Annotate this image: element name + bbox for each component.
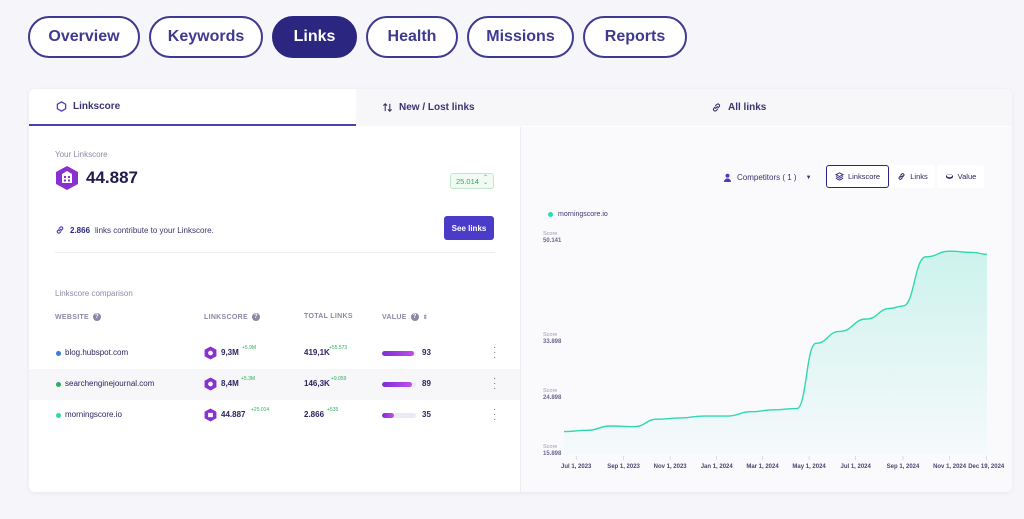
linkscore-cell: 8,4M [221,379,239,388]
total-links-delta: +535 [327,407,339,413]
divider [55,252,495,253]
col-header-linkscore: LINKSCORE ? [204,313,260,321]
sort-icon[interactable]: ⇕ [423,314,428,321]
y-tick-label: 24.898 [543,395,562,401]
col-header-value[interactable]: VALUE ? ⇕ [382,313,428,321]
x-tick-label: Jul 1, 2024 [840,464,871,470]
hexagon-icon [56,101,67,112]
linkscore-display: 44.887 [55,165,138,191]
subtab-bar: Linkscore New / Lost links All links [29,89,1012,126]
x-tick-label: Dec 19, 2024 [968,464,1005,470]
x-tick-label: Sep 1, 2024 [887,464,920,470]
y-tick-label: 15.898 [543,451,562,457]
col-label: TOTAL LINKS [304,313,353,320]
linkscore-change-badge: 25.014 ⌃ ⌄ [450,173,494,189]
chevron-updown-icon: ⌃ ⌄ [482,175,488,186]
col-label: WEBSITE [55,313,89,321]
subtab-label: New / Lost links [399,102,475,113]
chart-panel: Competitors ( 1 ) ▼ Linkscore Links Valu… [520,127,1012,492]
subtab-label: All links [728,102,767,113]
linkscore-cell: 44.887 [221,410,246,419]
help-icon[interactable]: ? [410,313,419,321]
total-links-delta: +9.059 [331,376,347,382]
total-links-cell: 146,3K [304,379,330,388]
col-label: VALUE [382,313,407,321]
site-name: morningscore.io [65,410,122,419]
help-icon[interactable]: ? [93,313,101,321]
x-tick-label: Mar 1, 2024 [746,464,779,470]
linkscore-hex-icon [204,408,217,422]
arrows-updown-icon [382,103,393,112]
total-links-cell: 419,1K [304,348,330,357]
col-header-total-links: TOTAL LINKS [304,313,353,320]
subtab-linkscore[interactable]: Linkscore [29,89,356,126]
y-tick-label: 33.898 [543,339,562,345]
tab-overview[interactable]: Overview [28,16,140,58]
value-cell: 35 [422,410,431,419]
more-options-icon[interactable]: · · · [493,374,496,394]
col-header-website: WEBSITE ? [55,313,101,321]
value-bar [382,382,416,387]
table-row[interactable]: searchenginejournal.com 8,4M +5.3M 146,3… [29,369,520,400]
subtab-all-links[interactable]: All links [684,89,1012,126]
x-tick-label: Sep 1, 2023 [607,464,640,470]
site-name: blog.hubspot.com [65,348,129,357]
contrib-count: 2.866 [70,225,91,235]
linkscore-value: 44.887 [86,168,138,187]
contrib-line: 2.866 links contribute to your Linkscore… [55,225,214,235]
table-row[interactable]: morningscore.io 44.887 +25.014 2.866 +53… [29,400,520,431]
links-card: Linkscore New / Lost links All links You… [29,89,1012,492]
col-label: LINKSCORE [204,313,248,321]
link-icon [712,103,721,112]
more-options-icon[interactable]: · · · [493,343,496,363]
linkscore-caption: Your Linkscore [55,150,108,159]
series-area [564,251,987,454]
linkscore-hex-icon [204,377,217,391]
linkscore-change: 25.014 [456,176,479,186]
y-tick-caption: Score [543,231,557,237]
tab-missions[interactable]: Missions [467,16,574,58]
see-links-button[interactable]: See links [444,216,494,240]
site-name: searchenginejournal.com [65,379,155,388]
contrib-text: links contribute to your Linkscore. [95,225,214,235]
subtab-new-lost-links[interactable]: New / Lost links [356,89,684,126]
value-cell: 89 [422,379,431,388]
linkscore-chart: Score50.141Score33.898Score24.898Score15… [543,231,1005,470]
y-tick-caption: Score [543,332,557,338]
link-icon [56,226,64,234]
more-options-icon[interactable]: · · · [493,405,496,425]
y-tick-label: 50.141 [543,238,562,244]
linkscore-panel: Your Linkscore 44.887 25.014 ⌃ ⌄ 2.866 li… [29,127,520,492]
site-color-dot [56,351,61,356]
tab-keywords[interactable]: Keywords [149,16,263,58]
linkscore-delta: +5.9M [242,345,257,351]
tab-reports[interactable]: Reports [583,16,687,58]
value-bar [382,351,416,356]
linkscore-delta: +25.014 [251,407,270,413]
site-color-dot [56,413,61,418]
help-icon[interactable]: ? [251,313,260,321]
table-row[interactable]: blog.hubspot.com 9,3M +5.9M 419,1K +55.5… [29,338,520,369]
value-cell: 93 [422,348,431,357]
comparison-title: Linkscore comparison [55,289,133,298]
linkscore-hex-icon [204,346,217,360]
value-bar [382,413,416,418]
linkscore-badge-icon [56,166,78,190]
y-tick-caption: Score [543,388,557,394]
total-links-delta: +55.573 [329,345,348,351]
site-color-dot [56,382,61,387]
x-tick-label: Jan 1, 2024 [701,464,734,470]
tab-health[interactable]: Health [366,16,458,58]
x-tick-label: Nov 1, 2023 [654,464,688,470]
top-nav: Overview Keywords Links Health Missions … [28,16,687,58]
x-tick-label: Jul 1, 2023 [561,464,592,470]
total-links-cell: 2.866 [304,410,325,419]
linkscore-cell: 9,3M [221,348,239,357]
y-tick-caption: Score [543,444,557,450]
x-tick-label: May 1, 2024 [792,464,826,470]
linkscore-delta: +5.3M [241,376,256,382]
tab-links[interactable]: Links [272,16,357,58]
subtab-label: Linkscore [73,101,121,112]
x-tick-label: Nov 1, 2024 [933,464,967,470]
